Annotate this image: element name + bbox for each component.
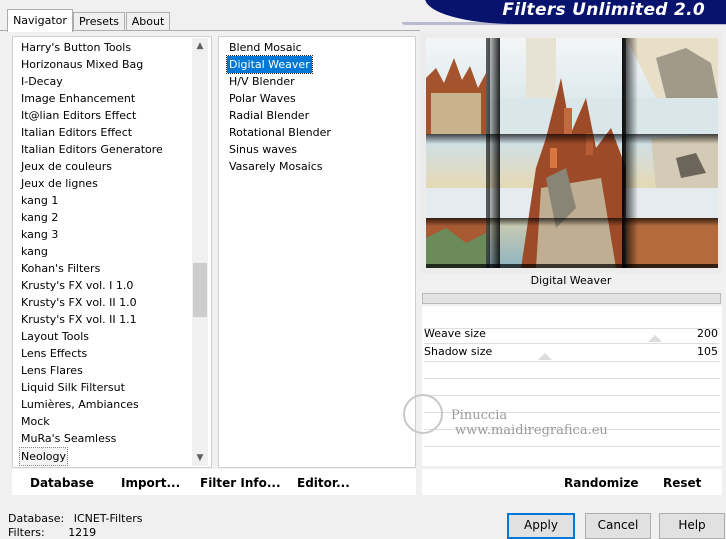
slider-line-3 xyxy=(424,378,720,379)
filter-item[interactable]: Blend Mosaic xyxy=(227,39,304,56)
filter-item[interactable]: Radial Blender xyxy=(227,107,311,124)
status-database-value: ICNET-Filters xyxy=(73,512,143,525)
category-item[interactable]: Image Enhancement xyxy=(19,90,137,107)
preview-image xyxy=(426,38,718,268)
tab-navigator-label: Navigator xyxy=(13,14,67,27)
preview-caption: Digital Weaver xyxy=(530,274,612,287)
param-shadow-size-label: Shadow size xyxy=(424,345,493,358)
category-item[interactable]: Layout Tools xyxy=(19,328,91,345)
status-database-label: Database: xyxy=(8,512,65,525)
filter-item[interactable]: Polar Waves xyxy=(227,90,298,107)
status-database: Database: ICNET-Filters xyxy=(8,512,142,525)
slider-track-shadow xyxy=(424,361,720,362)
category-item[interactable]: It@lian Editors Effect xyxy=(19,107,138,124)
database-button-label: Database xyxy=(30,476,94,490)
category-item[interactable]: Krusty's FX vol. II 1.0 xyxy=(19,294,139,311)
category-item[interactable]: Liquid Silk Filtersut xyxy=(19,379,127,396)
category-item[interactable]: Neology xyxy=(19,447,69,466)
category-item[interactable]: Horizonaus Mixed Bag xyxy=(19,56,145,73)
category-item[interactable]: Jeux de lignes xyxy=(19,175,100,192)
filter-info-button[interactable]: Filter Info... xyxy=(200,475,281,491)
watermark-line2: www.maidiregrafica.eu xyxy=(455,423,608,438)
editor-button[interactable]: Editor... xyxy=(297,475,350,491)
tab-presets-label: Presets xyxy=(78,15,120,28)
scroll-down-icon[interactable]: ▼ xyxy=(192,450,208,466)
filter-item[interactable]: Digital Weaver xyxy=(226,55,313,74)
category-list[interactable]: Harry's Button Tools Horizonaus Mixed Bag… xyxy=(12,36,212,468)
filter-info-button-label: Filter Info... xyxy=(200,476,281,490)
reset-button-label: Reset xyxy=(663,476,702,490)
scroll-up-icon[interactable]: ▲ xyxy=(192,38,208,54)
category-item[interactable]: Kohan's Filters xyxy=(19,260,102,277)
import-button[interactable]: Import... xyxy=(121,475,180,491)
cancel-button-label: Cancel xyxy=(597,518,639,532)
watermark-line1: Pinuccia xyxy=(451,408,508,423)
category-scrollbar[interactable]: ▲ ▼ xyxy=(192,38,208,466)
slider-line-7 xyxy=(424,446,720,447)
watermark: Pinuccia www.maidiregrafica.eu xyxy=(403,394,608,438)
category-item[interactable]: I-Decay xyxy=(19,73,65,90)
category-item[interactable]: Mock xyxy=(19,413,52,430)
scroll-thumb[interactable] xyxy=(193,263,207,317)
category-item[interactable]: Harry's Button Tools xyxy=(19,39,133,56)
filter-item[interactable]: Rotational Blender xyxy=(227,124,333,141)
filter-item[interactable]: H/V Blender xyxy=(227,73,297,90)
category-item[interactable]: Italian Editors Effect xyxy=(19,124,134,141)
editor-button-label: Editor... xyxy=(297,476,350,490)
title-banner: Filters Unlimited 2.0 xyxy=(425,0,726,24)
cancel-button[interactable]: Cancel xyxy=(585,513,651,539)
category-item[interactable]: kang xyxy=(19,243,50,260)
help-button-label: Help xyxy=(678,518,706,532)
category-item[interactable]: Krusty's FX vol. I 1.0 xyxy=(19,277,135,294)
weave-size-slider-thumb[interactable] xyxy=(648,335,662,342)
tab-about-label: About xyxy=(131,15,165,28)
category-item[interactable]: MuRa's Seamless xyxy=(19,430,118,447)
progress-bar xyxy=(422,293,721,304)
banner-title: Filters Unlimited 2.0 xyxy=(502,0,705,20)
param-weave-size-label: Weave size xyxy=(424,327,486,340)
watermark-logo-icon xyxy=(403,394,443,434)
status-filters-label: Filters: xyxy=(8,526,45,539)
category-item[interactable]: Lens Flares xyxy=(19,362,85,379)
tab-about[interactable]: About xyxy=(126,12,170,31)
param-weave-size[interactable]: Weave size 200 xyxy=(422,325,722,342)
param-shadow-size[interactable]: Shadow size 105 xyxy=(422,343,722,360)
status-filters: Filters: 1219 xyxy=(8,526,96,539)
param-weave-size-value: 200 xyxy=(697,327,718,340)
help-button[interactable]: Help xyxy=(659,513,725,539)
category-item[interactable]: Italian Editors Generatore xyxy=(19,141,165,158)
database-button[interactable]: Database xyxy=(30,475,94,491)
tab-presets[interactable]: Presets xyxy=(73,12,125,31)
category-item[interactable]: kang 3 xyxy=(19,226,60,243)
apply-button[interactable]: Apply xyxy=(507,513,575,539)
filter-item[interactable]: Vasarely Mosaics xyxy=(227,158,325,175)
filter-item[interactable]: Sinus waves xyxy=(227,141,299,158)
tab-strip: Navigator Presets About xyxy=(0,0,420,32)
randomize-button-label: Randomize xyxy=(564,476,639,490)
status-filters-value: 1219 xyxy=(68,526,97,539)
import-button-label: Import... xyxy=(121,476,181,490)
category-item[interactable]: Krusty's FX vol. II 1.1 xyxy=(19,311,139,328)
filter-list[interactable]: Blend Mosaic Digital Weaver H/V Blender Pol… xyxy=(218,36,416,468)
weave-preview-graphic xyxy=(426,38,718,268)
param-shadow-size-value: 105 xyxy=(697,345,718,358)
category-item[interactable]: Lumières, Ambiances xyxy=(19,396,141,413)
tab-navigator[interactable]: Navigator xyxy=(7,9,73,32)
slider-line-4 xyxy=(424,395,720,396)
apply-button-label: Apply xyxy=(524,518,558,532)
category-item[interactable]: Jeux de couleurs xyxy=(19,158,114,175)
shadow-size-slider-thumb[interactable] xyxy=(538,353,552,360)
category-item[interactable]: kang 2 xyxy=(19,209,60,226)
reset-button[interactable]: Reset xyxy=(663,475,701,491)
category-item[interactable]: Lens Effects xyxy=(19,345,89,362)
randomize-button[interactable]: Randomize xyxy=(564,475,638,491)
category-item[interactable]: kang 1 xyxy=(19,192,60,209)
